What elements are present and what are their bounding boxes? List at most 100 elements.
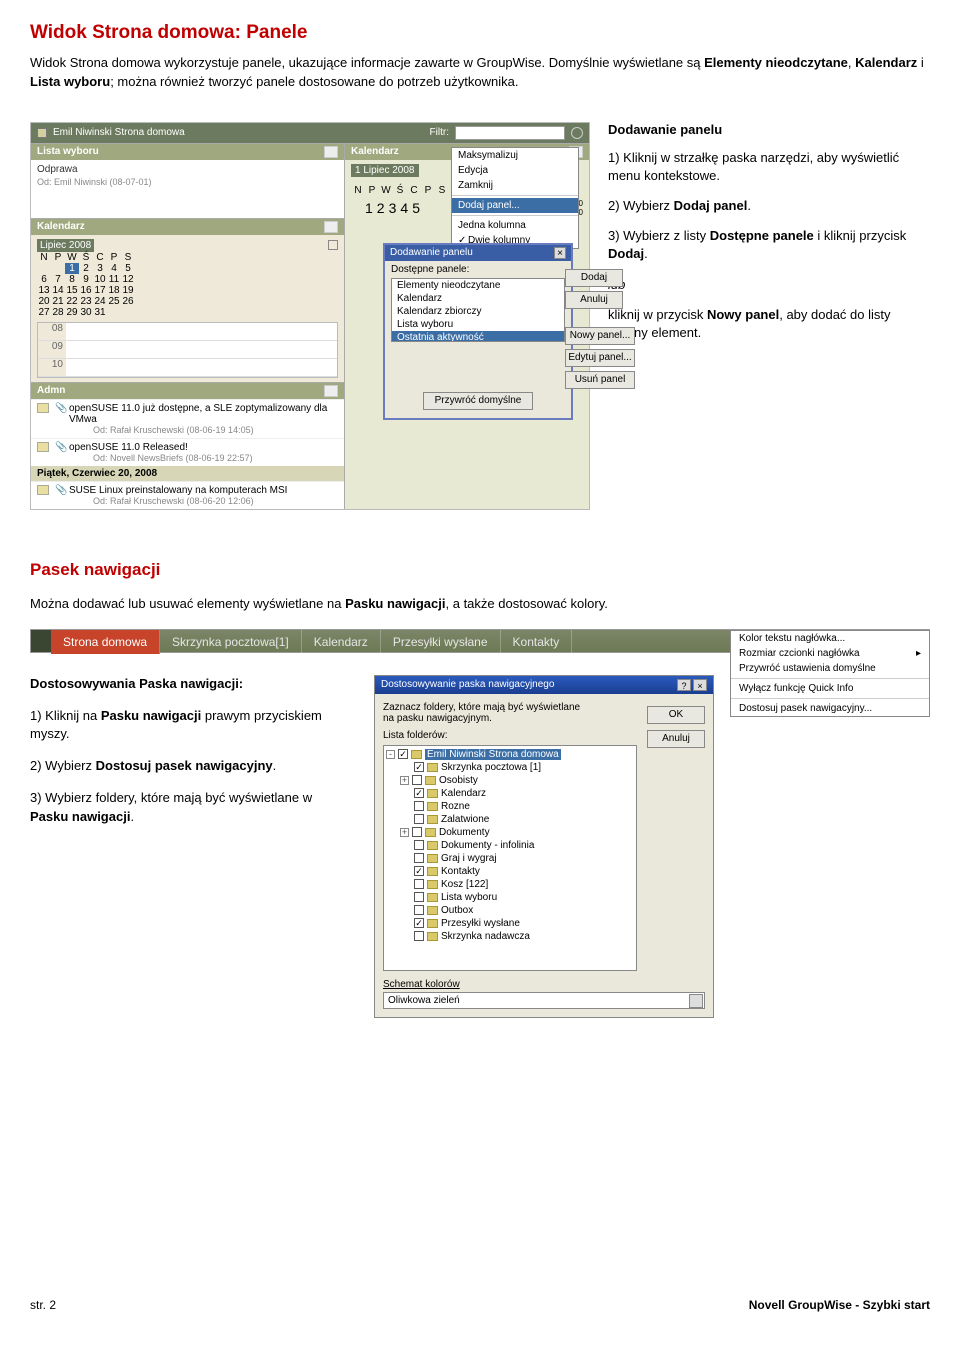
menu-close[interactable]: Zamknij: [452, 178, 578, 193]
edit-panel-button[interactable]: Edytuj panel...: [565, 349, 635, 367]
checkbox[interactable]: [414, 840, 424, 850]
tree-node[interactable]: Zalatwione: [386, 813, 634, 826]
window-title: Emil Niwinski Strona domowa: [53, 127, 185, 138]
checkbox[interactable]: ✓: [414, 918, 424, 928]
color-scheme-value: Oliwkowa zieleń: [388, 995, 460, 1006]
doc-title-footer: Novell GroupWise - Szybki start: [749, 1298, 930, 1312]
nav-intro: Można dodawać lub usuwać elementy wyświe…: [30, 596, 930, 611]
chevron-down-icon[interactable]: [324, 221, 338, 233]
search-icon[interactable]: [571, 127, 583, 139]
folder-icon: [427, 867, 438, 876]
checkbox[interactable]: ✓: [414, 866, 424, 876]
checkbox[interactable]: ✓: [414, 788, 424, 798]
instructions-add-panel: Dodawanie panelu 1) Kliknij w strzałkę p…: [608, 122, 928, 355]
tree-node[interactable]: Kosz [122]: [386, 878, 634, 891]
tree-node[interactable]: Rozne: [386, 800, 634, 813]
tree-node[interactable]: Lista wyboru: [386, 891, 634, 904]
color-scheme-label: Schemat kolorów: [383, 979, 705, 990]
chevron-down-icon[interactable]: [324, 146, 338, 158]
ok-button[interactable]: OK: [647, 706, 705, 724]
nav-tab[interactable]: Strona domowa: [51, 630, 160, 654]
restore-default-button[interactable]: Przywróć domyślne: [423, 392, 533, 410]
tree-node[interactable]: Graj i wygraj: [386, 852, 634, 865]
folder-icon: [427, 841, 438, 850]
instr-step1: 1) Kliknij w strzałkę paska narzędzi, ab…: [608, 149, 928, 185]
mail-icon: [37, 403, 49, 413]
instr2-step3: 3) Wybierz foldery, które mają być wyświ…: [30, 789, 350, 825]
add-button[interactable]: Dodaj: [565, 269, 623, 287]
menu-disable-quickinfo[interactable]: Wyłącz funkcję Quick Info: [731, 681, 929, 696]
nav-context-menu: Kolor tekstu nagłówka... Rozmiar czcionk…: [730, 630, 930, 717]
nav-tab[interactable]: Kalendarz: [302, 630, 381, 654]
instr2-step2: 2) Wybierz Dostosuj pasek nawigacyjny.: [30, 757, 350, 775]
checkbox[interactable]: ✓: [414, 762, 424, 772]
menu-one-column[interactable]: Jedna kolumna: [452, 218, 578, 233]
picklist-item[interactable]: Odprawa: [37, 163, 338, 177]
checkbox[interactable]: [414, 892, 424, 902]
filter-label: Filtr:: [430, 127, 449, 138]
menu-edit[interactable]: Edycja: [452, 163, 578, 178]
checkbox[interactable]: [414, 814, 424, 824]
mail-icon: [37, 442, 49, 452]
checkbox[interactable]: [414, 853, 424, 863]
menu-header-font-size[interactable]: Rozmiar czcionki nagłówka▸: [731, 646, 929, 661]
chevron-down-icon[interactable]: [689, 994, 703, 1008]
folder-icon: [427, 932, 438, 941]
home-icon: [37, 128, 47, 138]
tree-node[interactable]: ✓Kontakty: [386, 865, 634, 878]
menu-customize-navbar[interactable]: Dostosuj pasek nawigacyjny...: [731, 701, 929, 716]
available-panels-list[interactable]: Elementy nieodczytaneKalendarzKalendarz …: [391, 278, 565, 342]
panel-header-admin: Admn: [37, 385, 65, 396]
panel-header-cal: Kalendarz: [37, 221, 85, 232]
nav-tab[interactable]: Kontakty: [501, 630, 573, 654]
tree-node[interactable]: -✓Emil Niwinski Strona domowa: [386, 748, 634, 761]
available-panels-label: Dostępne panele:: [385, 261, 571, 278]
checkbox[interactable]: [414, 879, 424, 889]
checkbox[interactable]: [414, 931, 424, 941]
color-scheme-select[interactable]: Oliwkowa zieleń: [383, 992, 705, 1009]
tree-node[interactable]: Skrzynka nadawcza: [386, 930, 634, 943]
menu-restore-defaults[interactable]: Przywróć ustawienia domyślne: [731, 661, 929, 676]
help-icon[interactable]: ?: [677, 679, 691, 691]
page-title: Widok Strona domowa: Panele: [30, 22, 930, 44]
tree-node[interactable]: +Osobisty: [386, 774, 634, 787]
tree-node[interactable]: +Dokumenty: [386, 826, 634, 839]
checkbox[interactable]: ✓: [398, 749, 408, 759]
tree-node[interactable]: ✓Skrzynka pocztowa [1]: [386, 761, 634, 774]
nav-tab[interactable]: Skrzynka pocztowa[1]: [160, 630, 302, 654]
tree-node[interactable]: Outbox: [386, 904, 634, 917]
intro: Widok Strona domowa wykorzystuje panele,…: [30, 54, 930, 92]
instructions-customize-nav: Dostosowywania Paska nawigacji: 1) Klikn…: [30, 675, 350, 840]
list-item[interactable]: 📎openSUSE 11.0 już dostępne, a SLE zopty…: [31, 399, 344, 438]
tree-node[interactable]: ✓Przesyłki wysłane: [386, 917, 634, 930]
menu-maximize[interactable]: Maksymalizuj: [452, 148, 578, 163]
checkbox[interactable]: [412, 827, 422, 837]
cancel-button[interactable]: Anuluj: [647, 730, 705, 748]
folder-tree[interactable]: -✓Emil Niwinski Strona domowa✓Skrzynka p…: [383, 745, 637, 971]
checkbox[interactable]: [414, 905, 424, 915]
delete-panel-button[interactable]: Usuń panel: [565, 371, 635, 389]
list-item[interactable]: 📎SUSE Linux preinstalowany na komputerac…: [31, 481, 344, 509]
cal-month: Lipiec 2008: [37, 239, 94, 252]
instr-step2: 2) Wybierz Dodaj panel.: [608, 197, 928, 215]
nav-tab[interactable]: Przesyłki wysłane: [381, 630, 501, 654]
folder-icon: [425, 828, 436, 837]
list-item[interactable]: 📎openSUSE 11.0 Released!Od: Novell NewsB…: [31, 438, 344, 466]
checkbox[interactable]: [412, 775, 422, 785]
checkbox[interactable]: [414, 801, 424, 811]
dialog-lead: Zaznacz foldery, które mają być wyświetl…: [383, 702, 583, 724]
menu-header-text-color[interactable]: Kolor tekstu nagłówka...: [731, 631, 929, 646]
filter-input[interactable]: [455, 126, 565, 140]
tree-node[interactable]: Dokumenty - infolinia: [386, 839, 634, 852]
chevron-down-icon[interactable]: [324, 385, 338, 397]
tree-node[interactable]: ✓Kalendarz: [386, 787, 634, 800]
close-icon[interactable]: ×: [693, 679, 707, 691]
new-panel-button[interactable]: Nowy panel...: [565, 327, 635, 345]
folder-icon: [427, 880, 438, 889]
cancel-button[interactable]: Anuluj: [565, 291, 623, 309]
panel-header-cal-r: Kalendarz: [351, 146, 399, 157]
instr-or: lub: [608, 276, 928, 294]
close-icon[interactable]: ×: [554, 247, 566, 259]
menu-add-panel[interactable]: Dodaj panel...: [452, 198, 578, 213]
customize-navbar-dialog: Dostosowywanie paska nawigacyjnego ?× Za…: [374, 675, 714, 1018]
